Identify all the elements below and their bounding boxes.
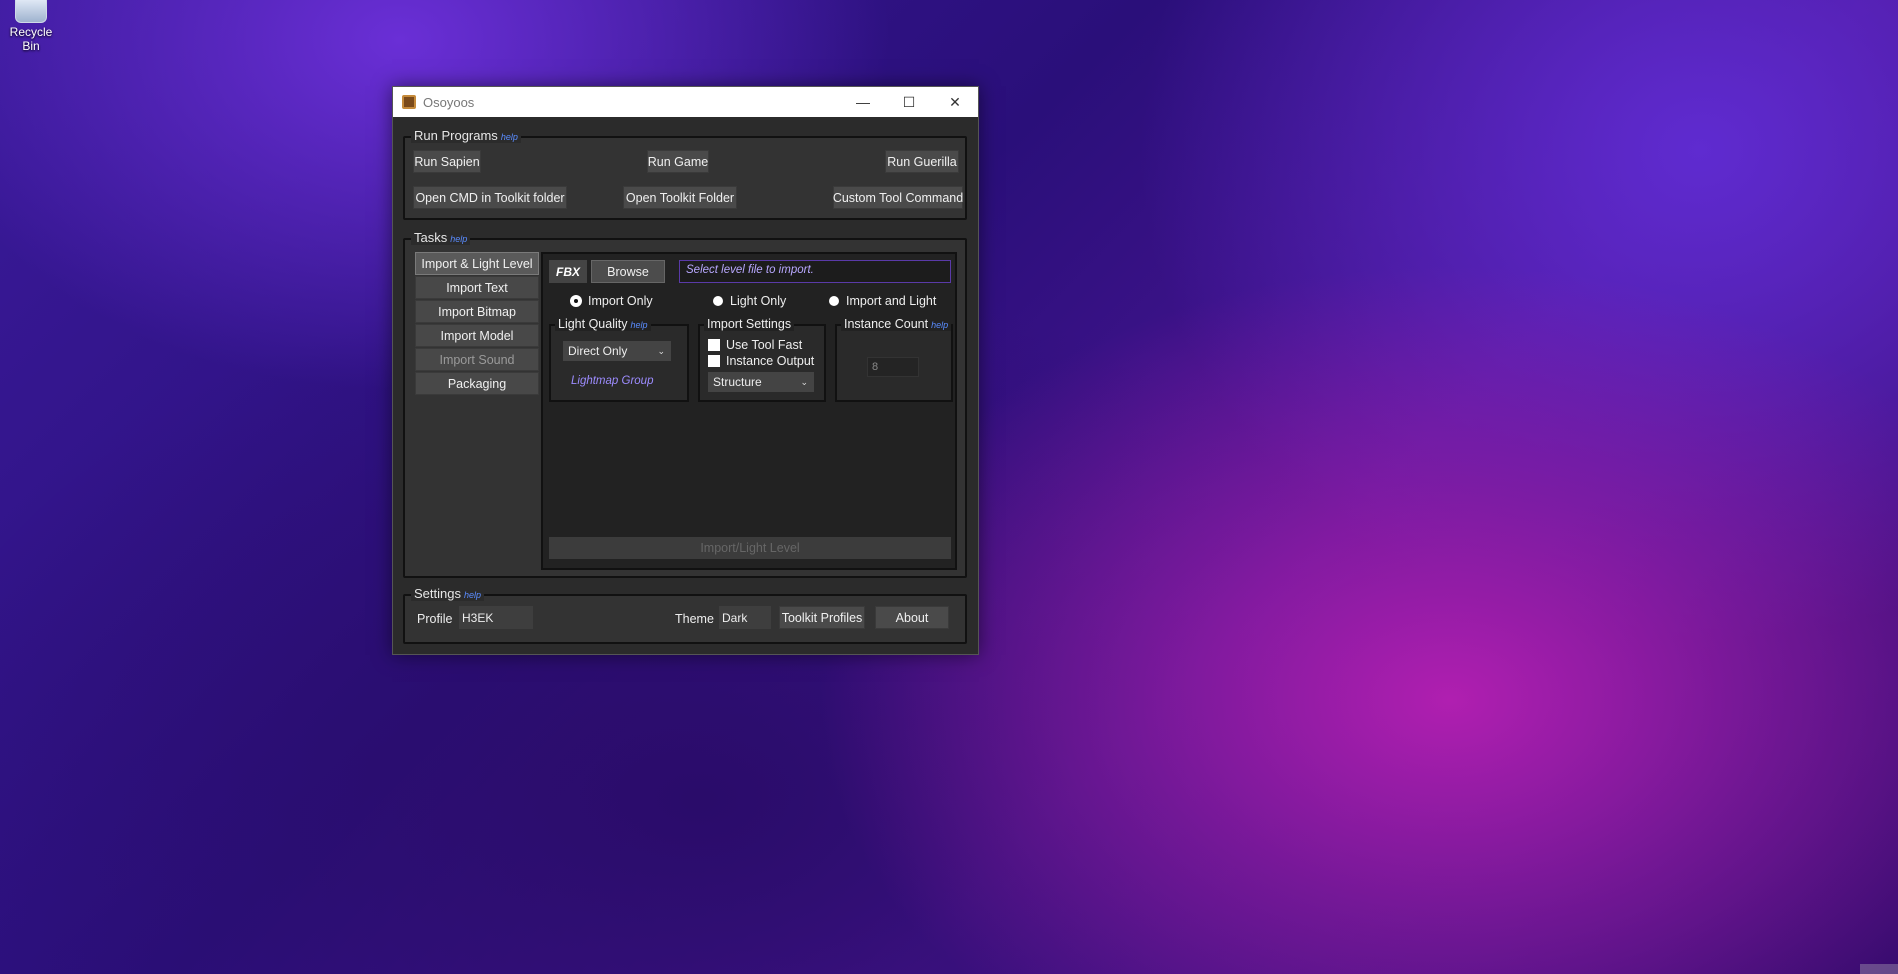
browse-button[interactable]: Browse bbox=[591, 260, 665, 283]
task-import-light-level[interactable]: Import & Light Level bbox=[415, 252, 539, 275]
open-toolkit-folder-button[interactable]: Open Toolkit Folder bbox=[623, 186, 737, 209]
tasks-label: Tasks help bbox=[411, 230, 471, 245]
task-import-model[interactable]: Import Model bbox=[415, 324, 539, 347]
radio-light-only-label: Light Only bbox=[730, 294, 787, 308]
instance-count-help-link[interactable]: help bbox=[931, 320, 948, 330]
light-quality-label: Light Quality help bbox=[555, 317, 651, 331]
lightmap-group-field[interactable]: Lightmap Group bbox=[571, 375, 653, 387]
settings-help-link[interactable]: help bbox=[464, 590, 481, 600]
settings-title: Settings bbox=[414, 586, 461, 601]
maximize-button[interactable]: ☐ bbox=[886, 87, 932, 117]
radio-unselected-icon bbox=[713, 296, 723, 306]
theme-select[interactable]: Dark bbox=[719, 606, 771, 629]
chevron-down-icon: ⌄ bbox=[657, 345, 665, 356]
run-programs-title: Run Programs bbox=[414, 128, 498, 143]
light-quality-help-link[interactable]: help bbox=[630, 320, 647, 330]
task-import-sound[interactable]: Import Sound bbox=[415, 348, 539, 371]
tasks-title: Tasks bbox=[414, 230, 448, 245]
task-packaging[interactable]: Packaging bbox=[415, 372, 539, 395]
run-programs-label: Run Programs help bbox=[411, 128, 521, 143]
light-quality-title: Light Quality bbox=[558, 317, 628, 331]
open-cmd-button[interactable]: Open CMD in Toolkit folder bbox=[413, 186, 567, 209]
toolkit-profiles-button[interactable]: Toolkit Profiles bbox=[779, 606, 865, 629]
taskbar-corner[interactable] bbox=[1860, 964, 1898, 974]
level-file-input[interactable]: Select level file to import. bbox=[679, 260, 951, 283]
run-programs-help-link[interactable]: help bbox=[501, 132, 518, 142]
title-bar[interactable]: Osoyoos — ☐ ✕ bbox=[393, 87, 978, 117]
radio-import-and-light-label: Import and Light bbox=[846, 294, 937, 308]
osoyoos-window: Osoyoos — ☐ ✕ Run Programs help Run Sapie… bbox=[392, 86, 979, 655]
task-import-bitmap[interactable]: Import Bitmap bbox=[415, 300, 539, 323]
profile-label: Profile bbox=[417, 612, 453, 626]
about-button[interactable]: About bbox=[875, 606, 949, 629]
settings-group: Settings help Profile H3EK Theme Dark Too… bbox=[403, 586, 967, 644]
profile-select[interactable]: H3EK bbox=[459, 606, 533, 629]
close-button[interactable]: ✕ bbox=[932, 87, 978, 117]
run-game-button[interactable]: Run Game bbox=[647, 150, 709, 173]
recycle-bin-icon bbox=[15, 0, 47, 23]
custom-tool-command-button[interactable]: Custom Tool Command bbox=[833, 186, 963, 209]
light-quality-group: Light Quality help Direct Only ⌄ Lightmap… bbox=[549, 317, 689, 402]
instance-count-group: Instance Count help 8 bbox=[835, 317, 953, 402]
window-title: Osoyoos bbox=[423, 94, 475, 110]
recycle-bin-desktop-icon[interactable]: Recycle Bin bbox=[0, 0, 62, 53]
tasks-group: Tasks help Import & Light Level Import Te… bbox=[403, 230, 967, 578]
use-tool-fast-label: Use Tool Fast bbox=[726, 338, 803, 352]
settings-label: Settings help bbox=[411, 586, 484, 601]
import-type-value: Structure bbox=[713, 375, 762, 389]
radio-unselected-icon bbox=[829, 296, 839, 306]
minimize-button[interactable]: — bbox=[840, 87, 886, 117]
radio-import-and-light[interactable]: Import and Light bbox=[829, 294, 936, 308]
chevron-down-icon: ⌄ bbox=[800, 376, 808, 387]
theme-label: Theme bbox=[675, 612, 714, 626]
light-quality-value: Direct Only bbox=[568, 344, 628, 358]
checkbox-icon bbox=[708, 339, 720, 351]
task-list: Import & Light Level Import Text Import … bbox=[415, 252, 539, 396]
tasks-help-link[interactable]: help bbox=[450, 234, 467, 244]
import-light-level-button[interactable]: Import/Light Level bbox=[549, 537, 951, 559]
run-sapien-button[interactable]: Run Sapien bbox=[413, 150, 481, 173]
recycle-bin-label: Recycle Bin bbox=[9, 25, 53, 53]
use-tool-fast-checkbox[interactable]: Use Tool Fast bbox=[708, 338, 802, 352]
run-programs-group: Run Programs help Run Sapien Run Game Run… bbox=[403, 128, 967, 220]
app-icon bbox=[402, 95, 416, 109]
import-type-select[interactable]: Structure ⌄ bbox=[708, 372, 814, 392]
instance-output-checkbox[interactable]: Instance Output bbox=[708, 354, 814, 368]
import-settings-label: Import Settings bbox=[704, 317, 795, 331]
radio-import-only-label: Import Only bbox=[588, 294, 653, 308]
task-import-text[interactable]: Import Text bbox=[415, 276, 539, 299]
import-settings-group: Import Settings Use Tool Fast Instance O… bbox=[698, 317, 826, 402]
radio-import-only[interactable]: Import Only bbox=[571, 294, 653, 308]
instance-output-label: Instance Output bbox=[726, 354, 815, 368]
run-guerilla-button[interactable]: Run Guerilla bbox=[885, 150, 959, 173]
fbx-tag: FBX bbox=[549, 260, 587, 283]
light-quality-select[interactable]: Direct Only ⌄ bbox=[563, 341, 671, 361]
instance-count-label: Instance Count help bbox=[841, 317, 952, 331]
instance-count-title: Instance Count bbox=[844, 317, 929, 331]
task-panel: FBX Browse Select level file to import. … bbox=[541, 252, 957, 570]
checkbox-icon bbox=[708, 355, 720, 367]
radio-selected-icon bbox=[571, 296, 581, 306]
instance-count-input[interactable]: 8 bbox=[867, 357, 919, 377]
radio-light-only[interactable]: Light Only bbox=[713, 294, 786, 308]
